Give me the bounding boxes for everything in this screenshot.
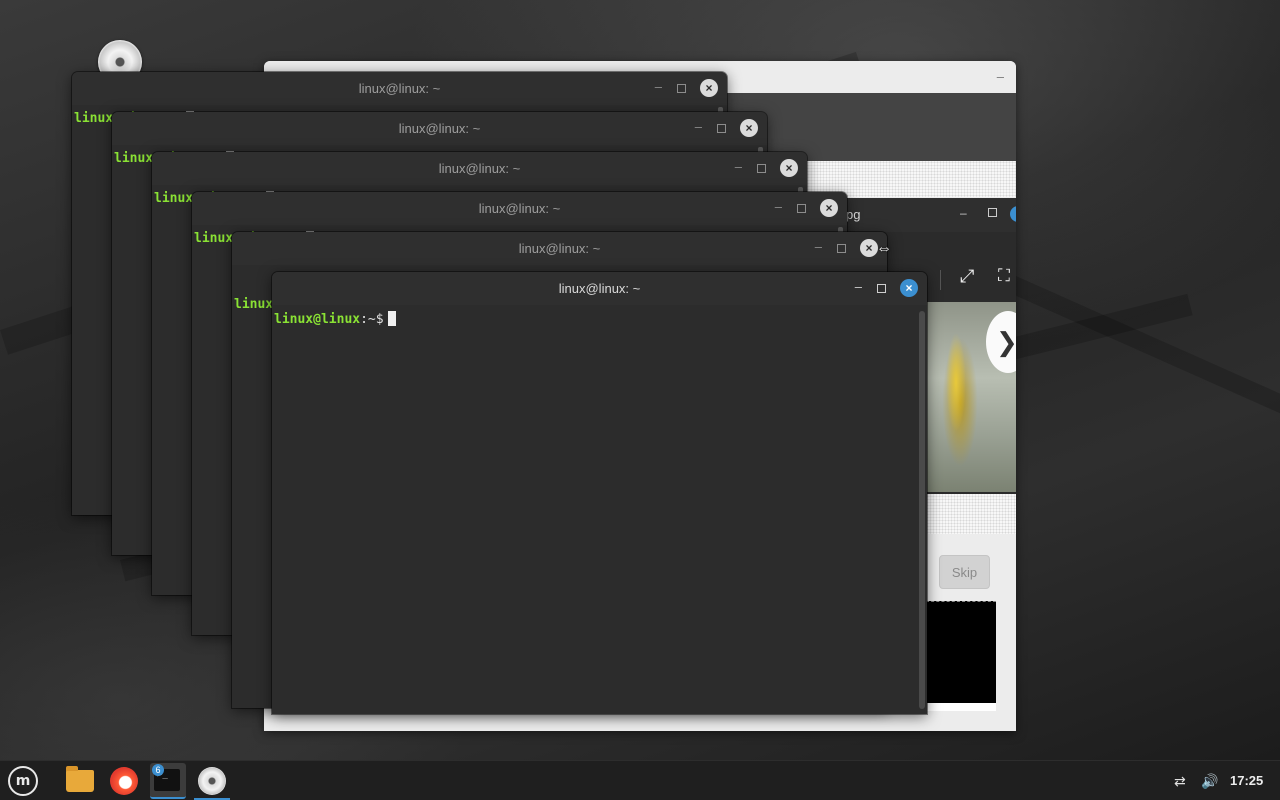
terminal-close-button[interactable]: × — [820, 199, 838, 217]
terminal-titlebar[interactable]: linux@linux: ~ – × — [152, 152, 807, 185]
scrollbar[interactable] — [919, 311, 925, 709]
disc-task-button[interactable] — [194, 761, 230, 800]
terminal-minimize-button[interactable]: – — [855, 279, 862, 294]
terminal-close-button[interactable]: × — [900, 279, 918, 297]
terminal-title: linux@linux: ~ — [358, 81, 441, 96]
terminal-close-button[interactable]: × — [740, 119, 758, 137]
welcome-minimize-button[interactable]: – — [997, 69, 1004, 84]
terminal-body[interactable]: linux@linux:~$ — [272, 305, 927, 714]
disc-icon — [198, 767, 226, 795]
firefox-icon — [110, 767, 138, 795]
skip-button[interactable]: Skip — [939, 555, 990, 589]
presentation-icon[interactable]: ⛶ — [998, 266, 1010, 286]
terminal-close-button[interactable]: × — [700, 79, 718, 97]
terminal-titlebar[interactable]: linux@linux: ~ – × — [232, 232, 887, 265]
terminal-titlebar[interactable]: linux@linux: ~ – × — [112, 112, 767, 145]
clock[interactable]: 17:25 — [1230, 773, 1263, 788]
terminal-titlebar[interactable]: linux@linux: ~ – × — [272, 272, 927, 305]
viewer-close-button[interactable] — [1010, 206, 1016, 222]
terminal-maximize-button[interactable] — [797, 204, 806, 213]
terminal-title: linux@linux: ~ — [478, 201, 561, 216]
terminal-title: linux@linux: ~ — [518, 241, 601, 256]
window-count-badge: 6 — [152, 764, 164, 776]
terminal-maximize-button[interactable] — [877, 284, 886, 293]
terminal-minimize-button[interactable]: – — [735, 159, 742, 174]
welcome-pattern — [926, 492, 1016, 534]
terminal-maximize-button[interactable] — [837, 244, 846, 253]
terminal-task-button[interactable]: >_ 6 — [149, 761, 187, 800]
menu-button[interactable]: m — [4, 761, 42, 800]
terminal-window-active[interactable]: linux@linux: ~ – × linux@linux:~$ — [272, 272, 927, 714]
viewer-minimize-button[interactable]: – — [960, 206, 967, 220]
viewer-title: pg — [846, 207, 861, 222]
terminal-maximize-button[interactable] — [717, 124, 726, 133]
terminal-title: linux@linux: ~ — [398, 121, 481, 136]
toolbar-separator — [940, 270, 941, 290]
prompt-user: linux@linux — [274, 312, 361, 327]
volume-icon[interactable]: 🔊 — [1201, 773, 1218, 790]
text-cursor — [387, 311, 396, 326]
terminal-titlebar[interactable]: linux@linux: ~ – × — [72, 72, 727, 105]
mint-logo-icon: m — [8, 766, 38, 796]
viewer-maximize-button[interactable] — [988, 208, 997, 217]
terminal-minimize-button[interactable]: – — [815, 239, 822, 254]
desktop: – Skip pg – ⤢ ⛶ ❯ linux@linux: ~ – × lin… — [0, 0, 1280, 760]
folder-icon — [66, 766, 94, 792]
mouse-pointer-icon: ⇔ — [876, 240, 892, 257]
prompt-suffix: :~$ — [360, 312, 384, 327]
terminal-close-button[interactable]: × — [780, 159, 798, 177]
terminal-maximize-button[interactable] — [757, 164, 766, 173]
terminal-minimize-button[interactable]: – — [695, 119, 702, 134]
terminal-title: linux@linux: ~ — [558, 281, 641, 296]
firefox-launcher[interactable] — [106, 761, 142, 800]
video-preview — [926, 601, 996, 711]
terminal-title: linux@linux: ~ — [438, 161, 521, 176]
files-launcher[interactable] — [62, 761, 98, 800]
terminal-titlebar[interactable]: linux@linux: ~ – × — [192, 192, 847, 225]
fullscreen-icon[interactable]: ⤢ — [960, 266, 974, 287]
taskbar: m >_ 6 ⇄ 🔊 17:25 — [0, 760, 1280, 800]
terminal-prompt: linux@linux:~$ — [274, 311, 396, 327]
network-icon[interactable]: ⇄ — [1174, 773, 1186, 790]
terminal-minimize-button[interactable]: – — [655, 79, 662, 94]
terminal-minimize-button[interactable]: – — [775, 199, 782, 214]
viewer-titlebar: pg – — [820, 198, 1016, 232]
terminal-maximize-button[interactable] — [677, 84, 686, 93]
